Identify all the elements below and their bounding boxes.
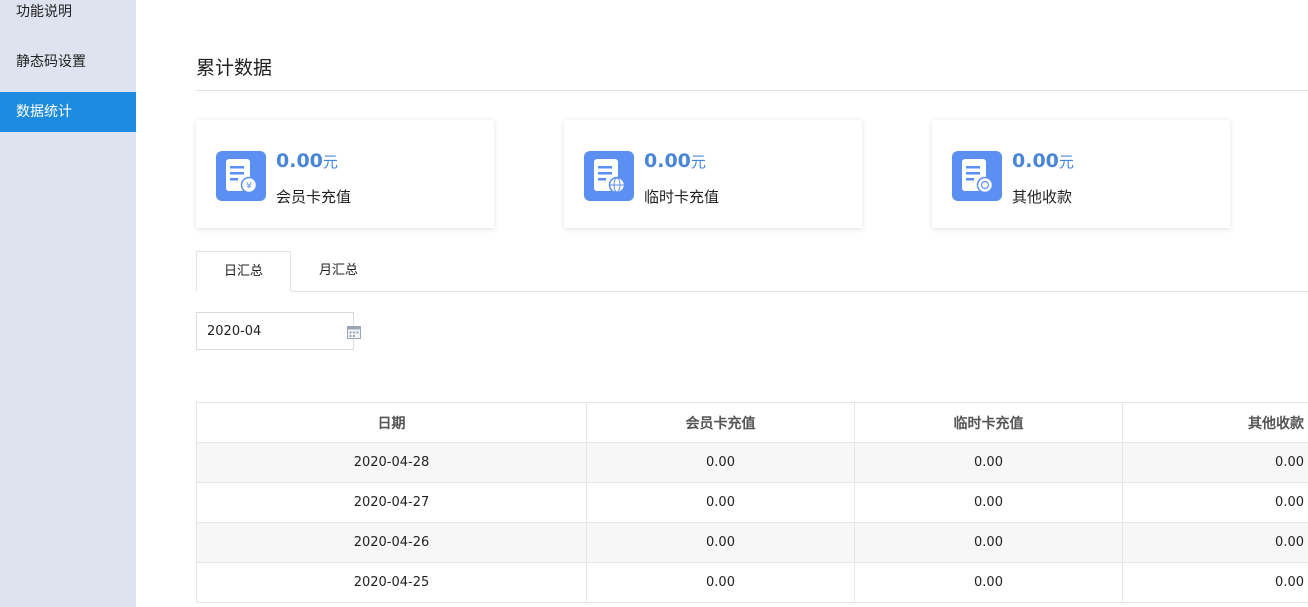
column-header-member-recharge: 会员卡充值 — [586, 402, 855, 443]
calendar-icon[interactable] — [347, 325, 361, 339]
main-content: 累计数据 ¥ 0.00元 会员卡充值 0.00元 临时卡充值 0.00元 其他收… — [136, 0, 1308, 607]
month-picker-input[interactable]: 2020-04 — [196, 312, 361, 350]
sidebar-item-feature-guide[interactable]: 功能说明 — [0, 0, 136, 32]
column-header-date: 日期 — [196, 402, 587, 443]
receipt-coin-icon — [952, 151, 1002, 201]
page-title: 累计数据 — [196, 57, 273, 79]
table-cell: 2020-04-26 — [196, 522, 587, 563]
column-header-other-payments: 其他收款 — [1122, 402, 1308, 443]
receipt-globe-icon — [584, 151, 634, 201]
table-cell: 0.00 — [586, 562, 855, 603]
table-cell: 0.00 — [1122, 482, 1308, 523]
month-picker-value: 2020-04 — [207, 324, 262, 339]
card-value: 0.00元 — [1012, 150, 1074, 172]
table-row: 2020-04-25 0.00 0.00 0.00 — [196, 562, 1308, 603]
summary-card-member-recharge: ¥ 0.00元 会员卡充值 — [196, 120, 494, 228]
statistics-table: 日期 会员卡充值 临时卡充值 其他收款 2020-04-28 0.00 0.00… — [196, 402, 1308, 603]
title-divider — [196, 90, 1308, 91]
card-value: 0.00元 — [276, 150, 338, 172]
card-label: 会员卡充值 — [276, 188, 352, 206]
table-cell: 0.00 — [586, 442, 855, 483]
table-cell: 0.00 — [854, 522, 1123, 563]
summary-card-other-payments: 0.00元 其他收款 — [932, 120, 1230, 228]
card-unit: 元 — [690, 153, 706, 171]
table-row: 2020-04-26 0.00 0.00 0.00 — [196, 522, 1308, 563]
table-cell: 0.00 — [1122, 442, 1308, 483]
table-cell: 0.00 — [1122, 562, 1308, 603]
card-label: 其他收款 — [1012, 188, 1073, 206]
table-cell: 2020-04-27 — [196, 482, 587, 523]
table-cell: 2020-04-25 — [196, 562, 587, 603]
sidebar-item-static-code-settings[interactable]: 静态码设置 — [0, 42, 136, 82]
table-cell: 0.00 — [854, 482, 1123, 523]
summary-card-temp-recharge: 0.00元 临时卡充值 — [564, 120, 862, 228]
table-row: 2020-04-28 0.00 0.00 0.00 — [196, 442, 1308, 483]
table-cell: 0.00 — [854, 442, 1123, 483]
column-header-temp-recharge: 临时卡充值 — [854, 402, 1123, 443]
table-cell: 0.00 — [586, 522, 855, 563]
table-cell: 2020-04-28 — [196, 442, 587, 483]
table-header-row: 日期 会员卡充值 临时卡充值 其他收款 — [196, 402, 1308, 443]
table-row: 2020-04-27 0.00 0.00 0.00 — [196, 482, 1308, 523]
table-cell: 0.00 — [586, 482, 855, 523]
card-value: 0.00元 — [644, 150, 706, 172]
card-unit: 元 — [1058, 153, 1074, 171]
sidebar: 功能说明 静态码设置 数据统计 — [0, 0, 136, 607]
tab-daily-summary[interactable]: 日汇总 — [196, 251, 291, 292]
svg-text:¥: ¥ — [246, 182, 252, 192]
tab-monthly-summary[interactable]: 月汇总 — [291, 251, 386, 292]
card-unit: 元 — [322, 153, 338, 171]
receipt-yen-icon: ¥ — [216, 151, 266, 201]
table-cell: 0.00 — [854, 562, 1123, 603]
table-cell: 0.00 — [1122, 522, 1308, 563]
card-label: 临时卡充值 — [644, 188, 720, 206]
sidebar-item-data-statistics[interactable]: 数据统计 — [0, 92, 136, 132]
